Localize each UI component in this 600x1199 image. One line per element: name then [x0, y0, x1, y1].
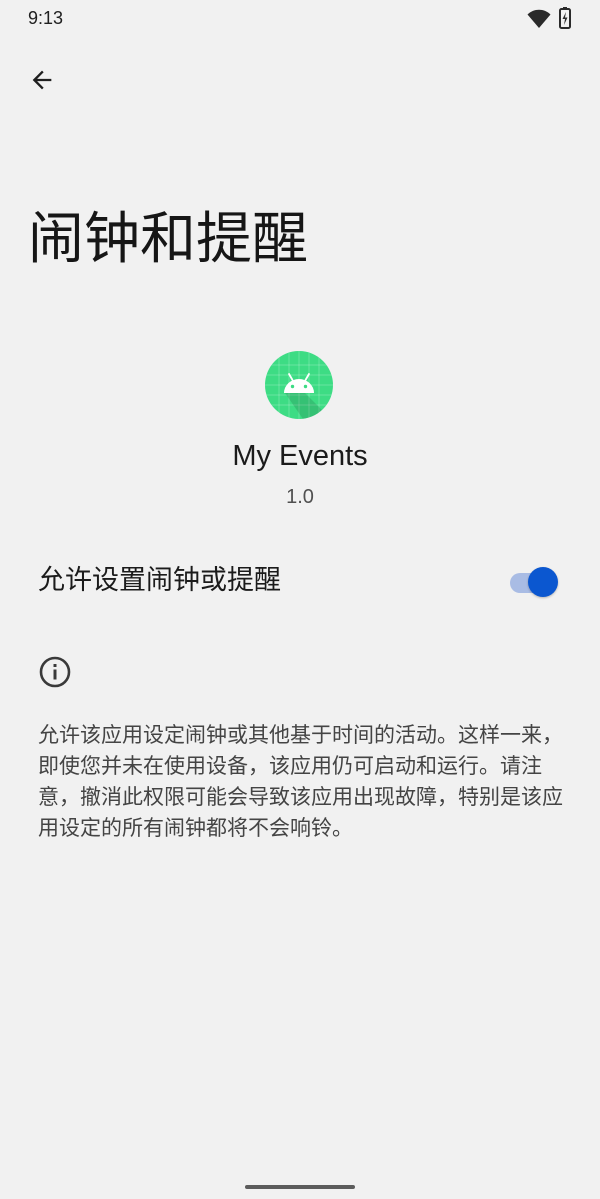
alarm-permission-switch[interactable] — [508, 567, 560, 597]
arrow-back-icon — [32, 70, 52, 90]
status-bar: 9:13 — [0, 0, 600, 36]
app-name: My Events — [232, 440, 368, 472]
alarm-permission-row[interactable]: 允许设置闹钟或提醒 — [0, 544, 600, 620]
android-app-icon — [265, 351, 333, 419]
app-version: 1.0 — [286, 486, 314, 508]
battery-icon — [559, 7, 571, 29]
page-title: 闹钟和提醒 — [28, 207, 308, 272]
info-icon — [39, 656, 71, 688]
wifi-icon — [527, 9, 551, 28]
switch-thumb — [528, 567, 558, 597]
permission-description: 允许该应用设定闹钟或其他基于时间的活动。这样一来，即使您并未在使用设备，该应用仍… — [38, 723, 563, 840]
status-time: 9:13 — [28, 8, 64, 28]
back-button[interactable] — [22, 60, 62, 100]
navigation-handle[interactable] — [245, 1185, 355, 1189]
alarm-permission-label: 允许设置闹钟或提醒 — [38, 565, 281, 596]
